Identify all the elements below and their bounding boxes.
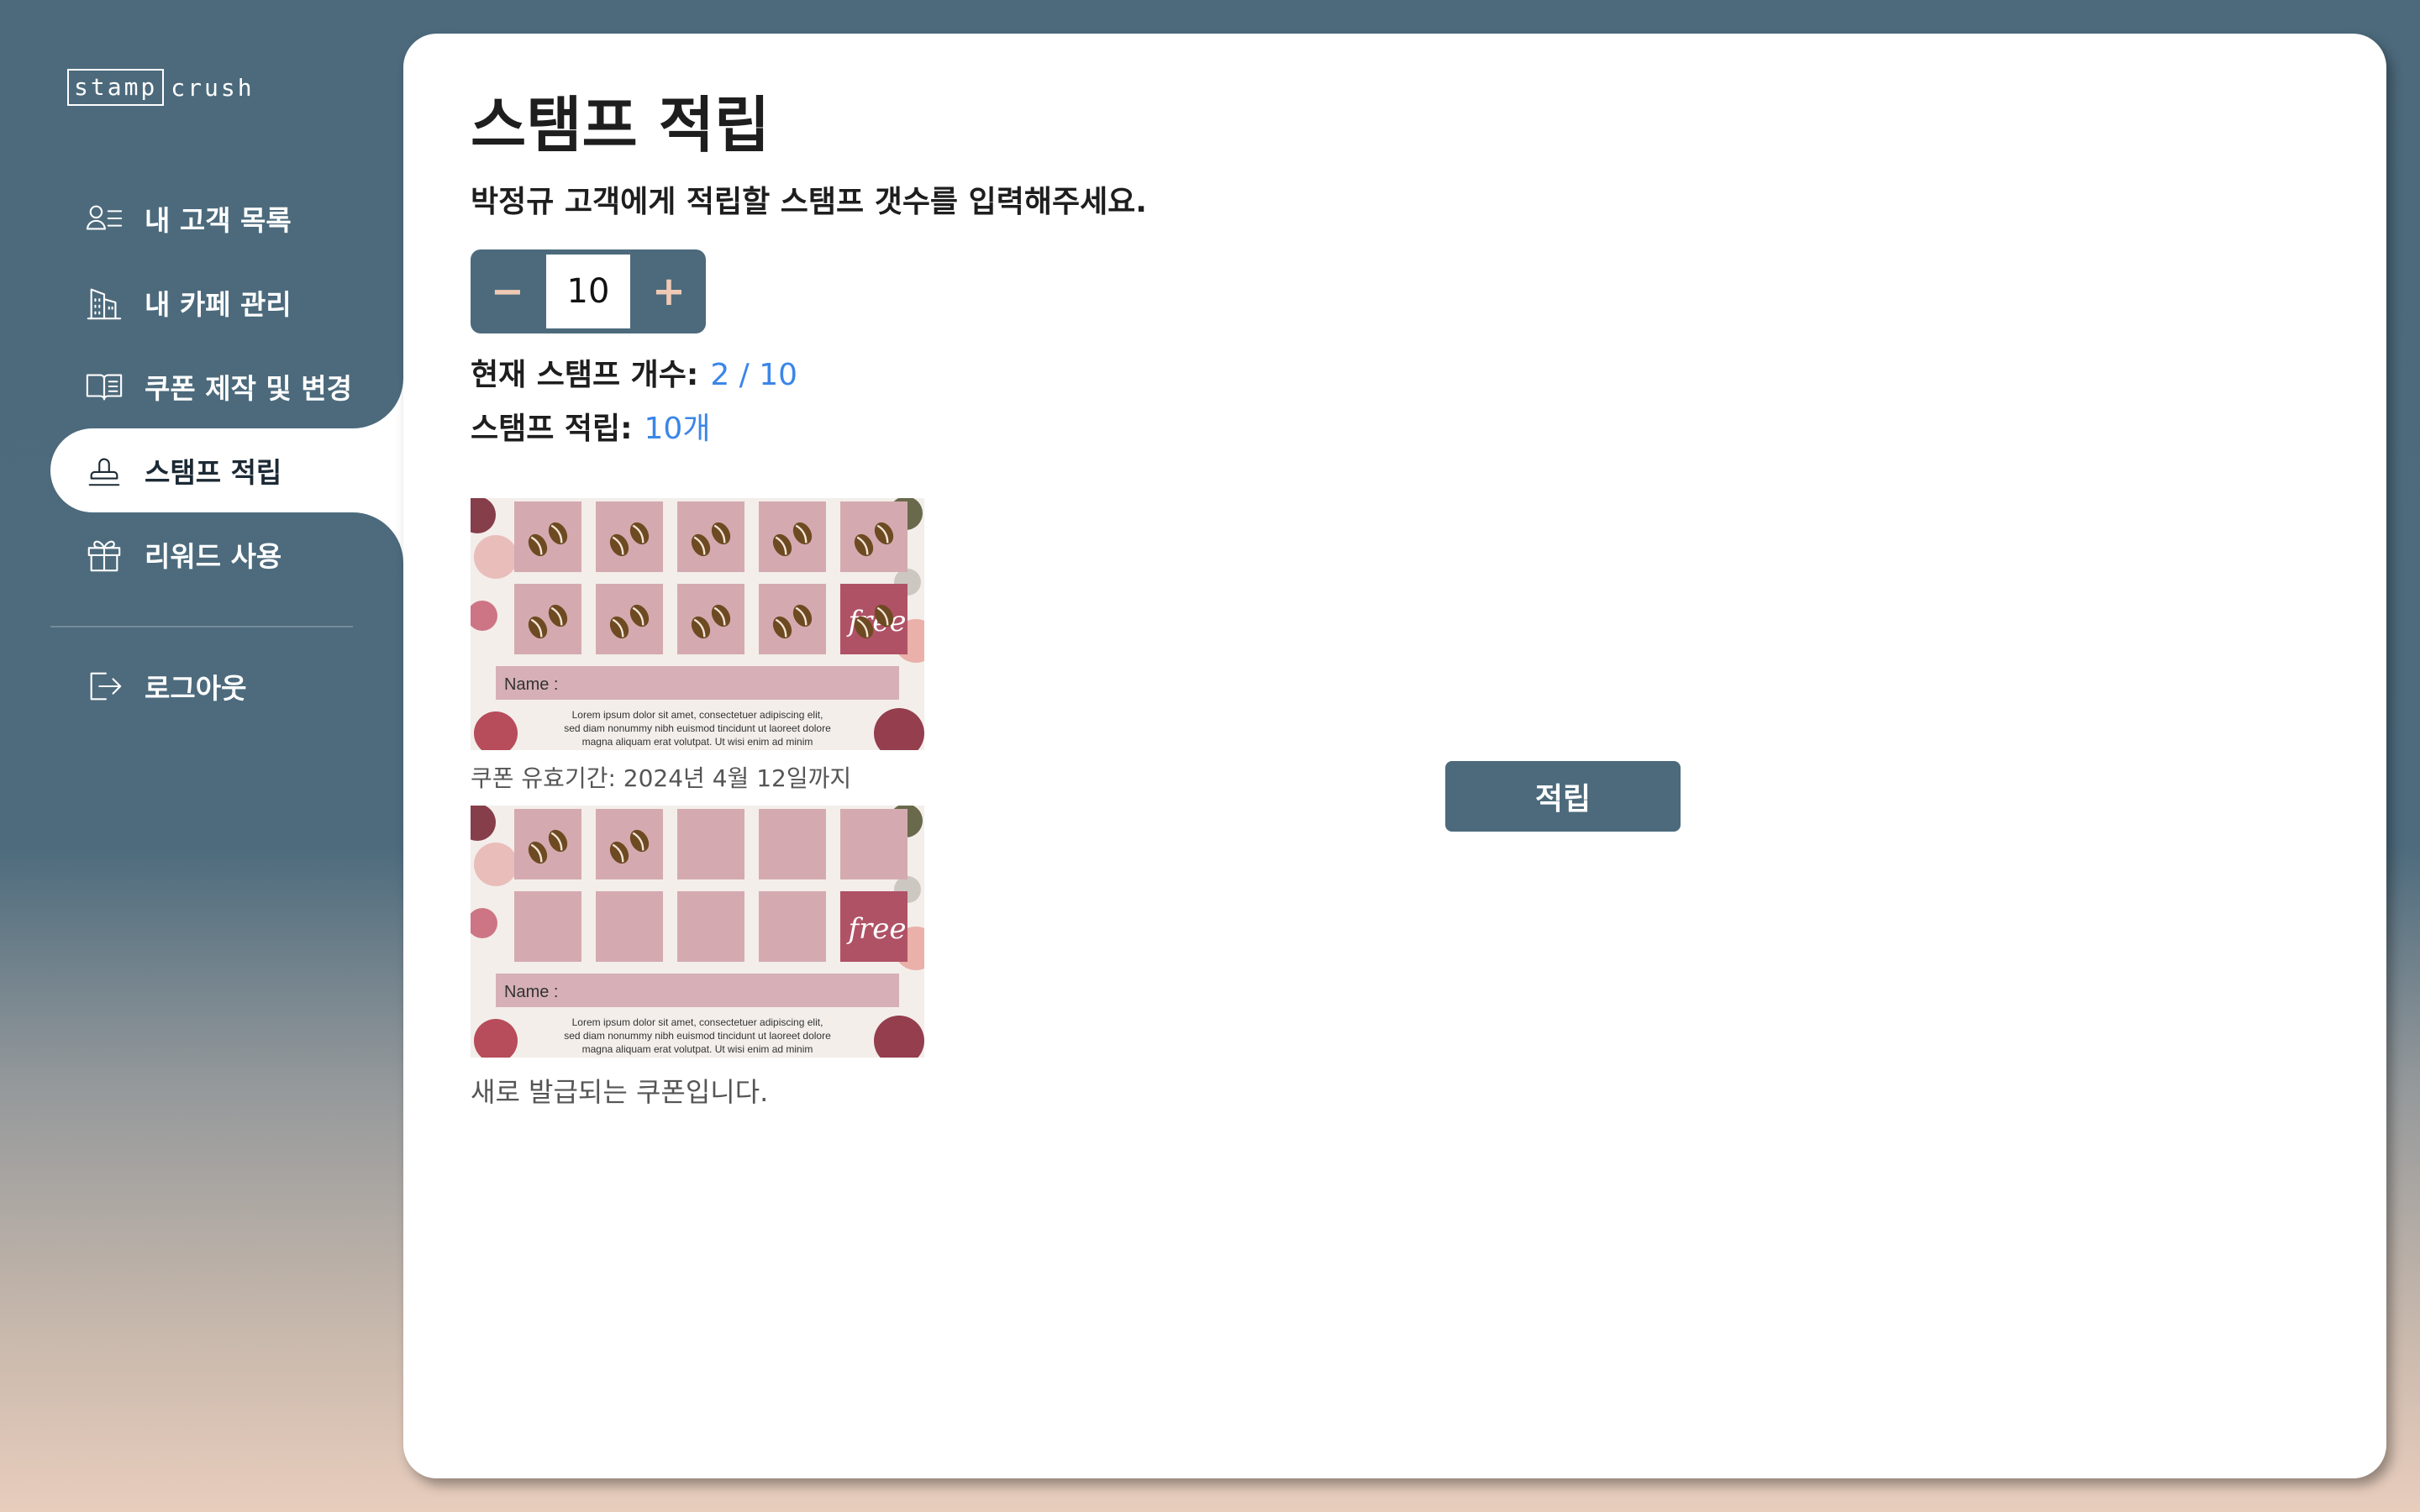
sidebar-item-label: 내 카페 관리 (145, 288, 292, 321)
app-logo[interactable]: stamp crush (67, 67, 255, 108)
svg-text:Lorem ipsum dolor sit amet, co: Lorem ipsum dolor sit amet, consectetuer… (572, 1016, 823, 1028)
sidebar-item-coupon-edit[interactable]: 쿠폰 제작 및 변경 (50, 344, 403, 428)
stamp-count-stepper: − + (471, 249, 706, 334)
logout-label: 로그아웃 (145, 672, 247, 705)
gift-icon (84, 534, 124, 575)
sidebar-item-reward-use[interactable]: 리워드 사용 (50, 512, 403, 596)
sidebar-item-label: 리워드 사용 (145, 540, 282, 573)
apply-stamp-button[interactable]: 적립 (1445, 761, 1681, 832)
svg-text:sed diam nonummy nibh euismod: sed diam nonummy nibh euismod tincidunt … (564, 1030, 831, 1042)
coupon-stamp-cell (514, 584, 581, 655)
svg-text:Name :: Name : (504, 983, 558, 1001)
svg-text:Name :: Name : (504, 675, 558, 694)
sidebar-item-customer-list[interactable]: 내 고객 목록 (50, 176, 403, 260)
coupon-stamp-cell (596, 584, 663, 655)
logout-icon (84, 666, 124, 706)
sidebar-divider (50, 626, 353, 627)
svg-text:magna aliquam erat volutpat. U: magna aliquam erat volutpat. Ut wisi eni… (582, 736, 813, 748)
new-coupon-caption: 새로 발급되는 쿠폰입니다. (471, 1076, 769, 1109)
coupon-stamp-cell (596, 809, 663, 880)
coupon-stamp-cell (840, 501, 908, 573)
logo-rest-text: crush (171, 73, 255, 102)
page-subtitle: 박정규 고객에게 적립할 스탬프 갯수를 입력해주세요. (471, 185, 1147, 220)
logo-box-text: stamp (67, 69, 165, 106)
decrement-button[interactable]: − (477, 256, 538, 327)
svg-text:free: free (845, 912, 906, 946)
svg-text:magna aliquam erat volutpat. U: magna aliquam erat volutpat. Ut wisi eni… (582, 1043, 813, 1055)
earn-stamp-row: 스탬프 적립: 10개 (471, 404, 1731, 448)
increment-button[interactable]: + (639, 256, 699, 327)
coupon-stamp-cell (514, 891, 581, 963)
earn-stamp-value: 10개 (644, 412, 711, 447)
current-stamp-row: 현재 스탬프 개수: 2 / 10 (471, 350, 1731, 394)
sidebar: stamp crush 내 고객 목록 내 카페 관리 쿠폰 제작 및 변경 스… (0, 0, 403, 1512)
coupon-stamp-cell (759, 891, 826, 963)
svg-text:sed diam nonummy nibh euismod: sed diam nonummy nibh euismod tincidunt … (564, 722, 831, 734)
sidebar-item-stamp-earn[interactable]: 스탬프 적립 (50, 428, 403, 512)
coupon-stamp-cell (759, 501, 826, 573)
stamp-earn-content: 스탬프 적립 박정규 고객에게 적립할 스탬프 갯수를 입력해주세요. − + … (471, 92, 1731, 1121)
coupon-stamp-cell (677, 891, 744, 963)
sidebar-nav: 내 고객 목록 내 카페 관리 쿠폰 제작 및 변경 스탬프 적립 리워드 사용 (50, 176, 403, 716)
coupon-stamp-cell (514, 501, 581, 573)
coupon-stamp-cell (759, 584, 826, 655)
earn-stamp-label: 스탬프 적립: (471, 412, 633, 447)
coupon-stamp-cell (759, 809, 826, 880)
current-stamp-label: 현재 스탬프 개수: (471, 358, 699, 393)
current-coupon-image: free Name : Lorem ipsum dolor sit amet, co… (471, 498, 924, 751)
sidebar-item-label: 스탬프 적립 (145, 456, 282, 489)
sidebar-item-label: 내 고객 목록 (145, 204, 292, 237)
coupon-stamp-cell (514, 809, 581, 880)
book-icon (84, 366, 124, 407)
customer-list-icon (84, 198, 124, 239)
coupon-stamp-cell (677, 809, 744, 880)
sidebar-item-cafe-manage[interactable]: 내 카페 관리 (50, 260, 403, 344)
main-panel: 스탬프 적립 박정규 고객에게 적립할 스탬프 갯수를 입력해주세요. − + … (403, 34, 2386, 1478)
coupon-stamp-cell (596, 891, 663, 963)
current-stamp-value: 2 / 10 (710, 358, 798, 393)
logout-button[interactable]: 로그아웃 (50, 657, 403, 716)
stamp-count-input[interactable] (546, 255, 630, 329)
coupon-stamp-cell (677, 584, 744, 655)
stamp-icon (84, 450, 124, 491)
building-icon (84, 282, 124, 323)
coupon-stamp-cell (840, 809, 908, 880)
new-coupon-image: free Name : Lorem ipsum dolor sit amet, co… (471, 806, 924, 1058)
svg-text:Lorem ipsum dolor sit amet, co: Lorem ipsum dolor sit amet, consectetuer… (572, 709, 823, 721)
sidebar-item-label: 쿠폰 제작 및 변경 (145, 372, 352, 405)
page-title: 스탬프 적립 (471, 90, 771, 160)
coupon-stamp-cell (677, 501, 744, 573)
coupon-stamp-cell (596, 501, 663, 573)
